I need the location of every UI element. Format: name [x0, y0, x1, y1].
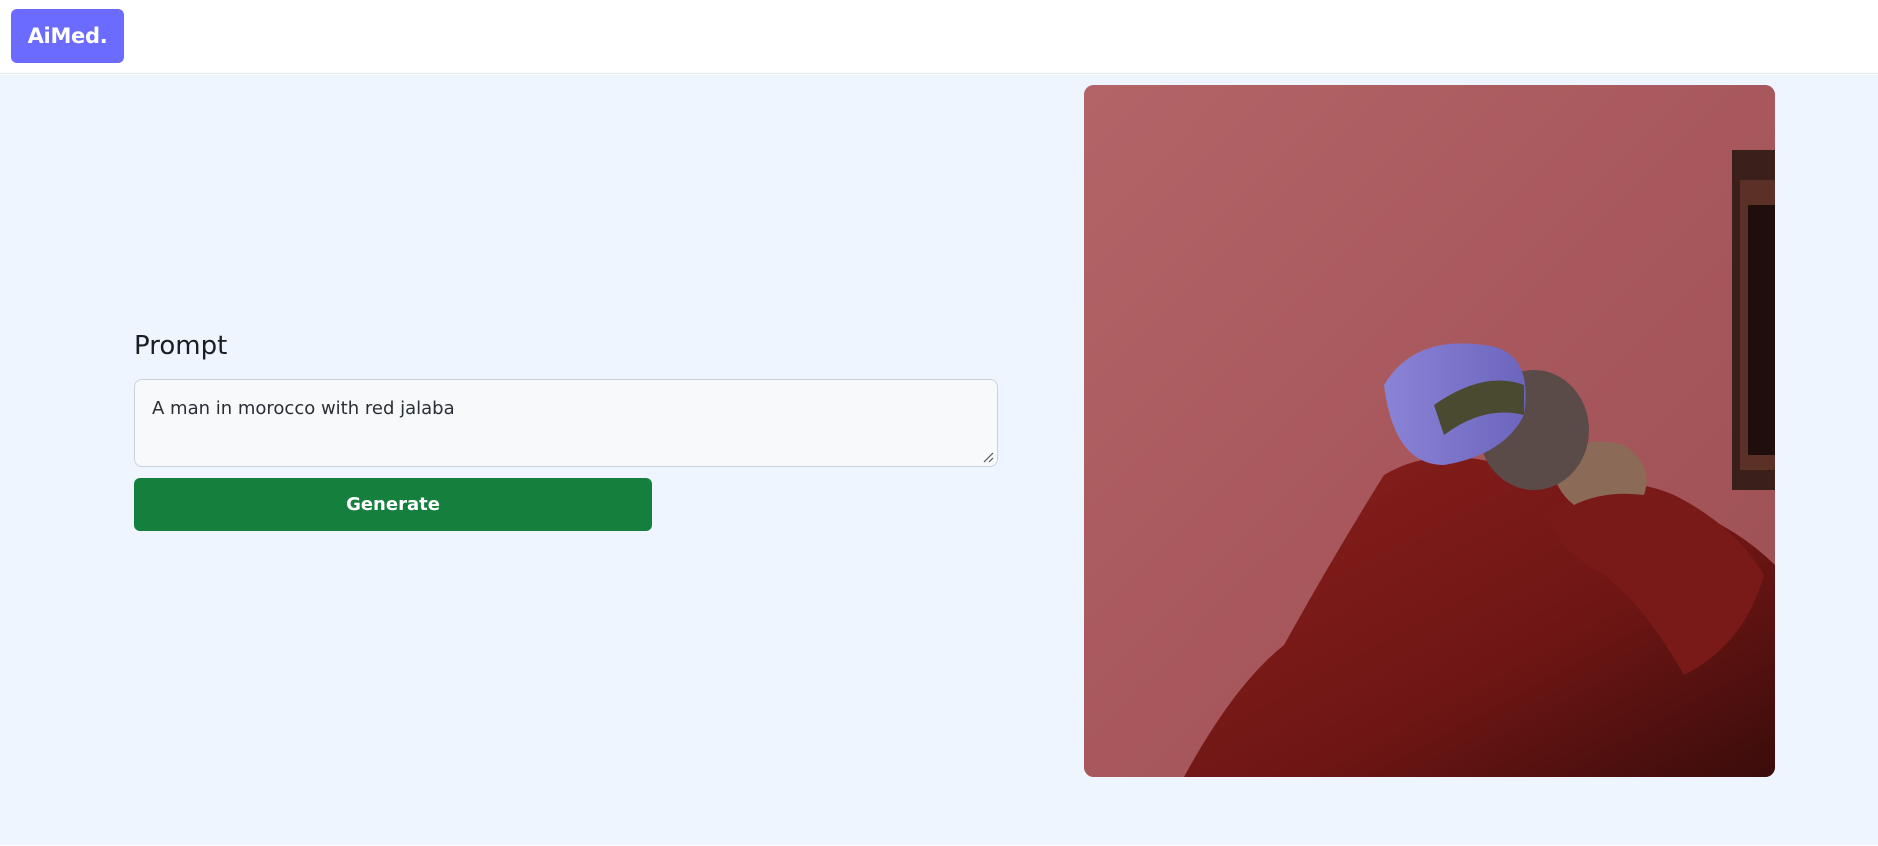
generated-image-graphic: [1084, 85, 1775, 777]
resize-handle-icon[interactable]: [982, 451, 994, 463]
prompt-textarea[interactable]: [134, 379, 998, 467]
brand-logo-button[interactable]: AiMed.: [11, 9, 124, 63]
top-navbar: AiMed.: [0, 0, 1878, 74]
generated-image: [1084, 85, 1775, 777]
prompt-label: Prompt: [134, 331, 228, 361]
generate-button[interactable]: Generate: [134, 478, 652, 531]
